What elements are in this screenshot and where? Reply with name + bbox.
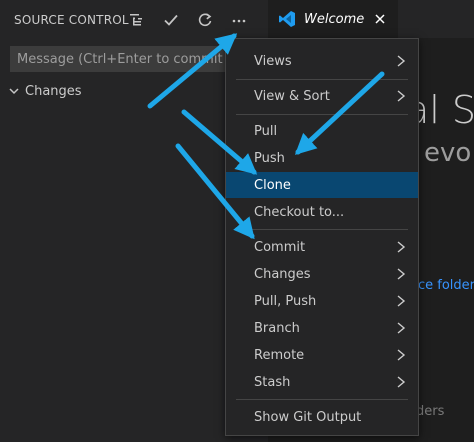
more-actions-menu: Views View & Sort Pull Push Clone Checko… [225, 38, 419, 436]
welcome-text: ders [416, 404, 445, 419]
menu-item-checkout[interactable]: Checkout to... [226, 199, 418, 225]
check-icon[interactable] [159, 8, 183, 32]
chevron-right-icon [397, 268, 406, 280]
tab-label: Welcome [304, 11, 365, 27]
chevron-right-icon [397, 349, 406, 361]
refresh-icon[interactable] [193, 8, 217, 32]
source-control-header: SOURCE CONTROL [0, 0, 268, 40]
chevron-right-icon [397, 55, 406, 67]
ellipsis-icon[interactable] [227, 8, 251, 32]
chevron-down-icon [7, 84, 21, 98]
welcome-subheading: evo [424, 138, 472, 168]
chevron-right-icon [397, 376, 406, 388]
menu-item-pull[interactable]: Pull [226, 118, 418, 144]
menu-item-push[interactable]: Push [226, 145, 418, 171]
panel-title: SOURCE CONTROL [14, 13, 129, 27]
menu-item-stash[interactable]: Stash [226, 369, 418, 395]
close-icon[interactable] [372, 11, 388, 27]
menu-separator [236, 79, 408, 80]
menu-item-views[interactable]: Views [226, 48, 418, 74]
list-tree-icon[interactable] [125, 8, 149, 32]
menu-separator [236, 114, 408, 115]
menu-item-branch[interactable]: Branch [226, 315, 418, 341]
menu-item-pull-push[interactable]: Pull, Push [226, 288, 418, 314]
chevron-right-icon [397, 322, 406, 334]
chevron-right-icon [397, 295, 406, 307]
menu-item-show-git-output[interactable]: Show Git Output [226, 404, 418, 430]
chevron-right-icon [397, 90, 406, 102]
changes-label: Changes [25, 83, 82, 99]
tab-bar: Welcome [268, 0, 474, 38]
chevron-right-icon [397, 241, 406, 253]
menu-item-changes[interactable]: Changes [226, 261, 418, 287]
vscode-window: SOURCE CONTROL Message (Ctrl+Enter to co… [0, 0, 474, 442]
menu-item-view-sort[interactable]: View & Sort [226, 83, 418, 109]
menu-separator [236, 229, 408, 230]
menu-separator [236, 399, 408, 400]
menu-item-commit[interactable]: Commit [226, 234, 418, 260]
menu-item-remote[interactable]: Remote [226, 342, 418, 368]
menu-item-clone[interactable]: Clone [226, 172, 418, 198]
tab-welcome[interactable]: Welcome [268, 0, 398, 38]
vscode-icon [278, 10, 296, 28]
welcome-link[interactable]: ce folder. [418, 278, 474, 293]
